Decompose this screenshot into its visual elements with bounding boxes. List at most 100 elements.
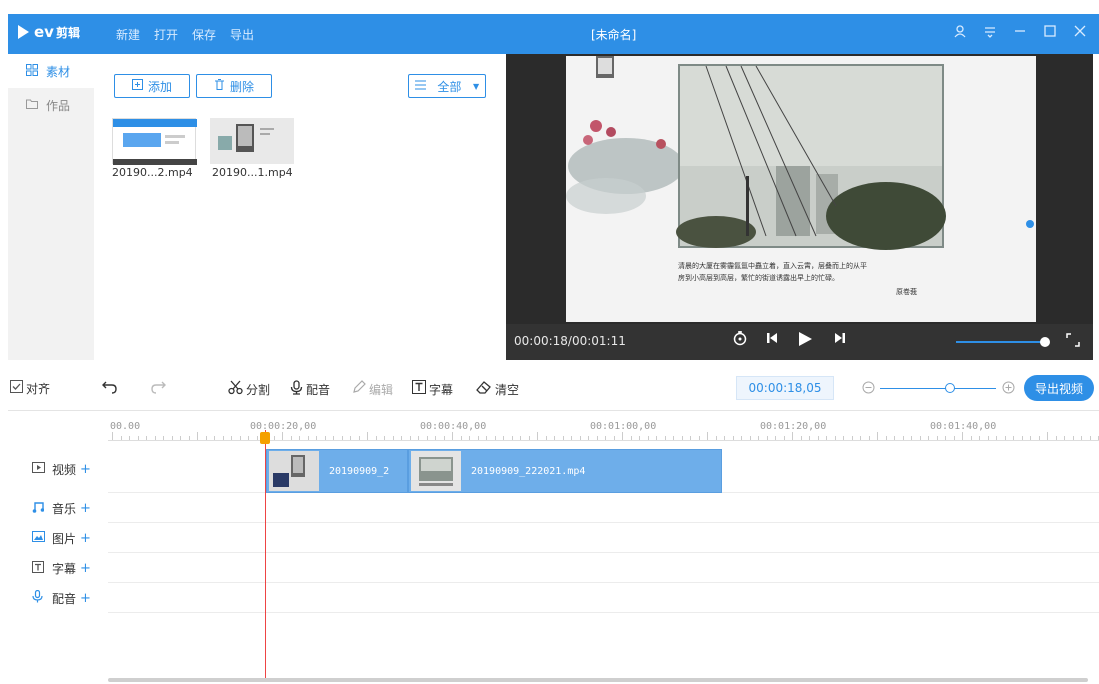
ruler-tick [800, 436, 802, 440]
delete-button-label: 删除 [229, 79, 254, 94]
zoom-out-icon[interactable] [862, 381, 875, 394]
ruler-tick [469, 436, 470, 440]
dub-button[interactable]: 配音 [290, 380, 330, 399]
zoom-slider[interactable] [880, 388, 996, 389]
subtitle-button[interactable]: 字幕 [412, 380, 453, 398]
zoom-in-icon[interactable] [1002, 381, 1015, 394]
timeline-clip-1[interactable]: 20190909_2 [266, 449, 408, 493]
previous-icon[interactable] [764, 330, 780, 350]
track-image[interactable] [108, 523, 1099, 553]
preview-frame[interactable]: 清晨的大厦在雾霾氤氲中矗立着，直入云霄，层叠而上的从平 房到小高层到高层，繁忙的… [566, 56, 1036, 322]
add-dub-icon[interactable]: + [80, 591, 91, 606]
ruler-tick [596, 436, 598, 440]
ruler-tick [902, 436, 904, 440]
ruler-tick [1047, 432, 1048, 440]
ruler-tick [409, 436, 411, 440]
volume-slider[interactable] [956, 341, 1046, 343]
timeline-ruler[interactable]: 00.00 00:00:20,00 00:00:40,00 00:01:00,0… [108, 411, 1099, 445]
export-video-button[interactable]: 导出视频 [1024, 375, 1094, 401]
tab-works[interactable]: 作品 [8, 88, 94, 122]
clip-thumb-2 [411, 451, 461, 491]
tab-material[interactable]: 素材 [8, 54, 94, 88]
logo-sub: 剪辑 [55, 25, 80, 40]
add-music-icon[interactable]: + [80, 501, 91, 516]
ruler-tick [1081, 436, 1082, 440]
caption-author: 原卷莪 [896, 287, 917, 296]
track-label-music[interactable]: 音乐 + [8, 493, 108, 523]
menu-open[interactable]: 打开 [154, 26, 178, 43]
play-icon[interactable] [796, 330, 814, 352]
ruler-tick [758, 436, 759, 440]
track-label-image[interactable]: 图片 + [8, 523, 108, 553]
maximize-icon[interactable] [1043, 24, 1057, 42]
eraser-icon [476, 380, 492, 398]
tab-material-label: 素材 [46, 64, 71, 79]
replay-icon[interactable] [732, 330, 748, 350]
close-icon[interactable] [1073, 24, 1087, 42]
track-video-label: 视频 [52, 462, 77, 477]
add-video-icon[interactable]: + [80, 462, 91, 477]
add-image-icon[interactable]: + [80, 531, 91, 546]
ruler-tick [1013, 436, 1014, 440]
ruler-tick [282, 432, 283, 440]
mic-track-icon [32, 589, 46, 606]
clip-name-1: 20190909_2 [329, 465, 390, 477]
track-label-dub[interactable]: 配音 + [8, 583, 108, 613]
undo-icon[interactable] [102, 380, 118, 394]
file-thumb-2[interactable] [210, 118, 294, 164]
timeline-scrollbar[interactable] [108, 678, 1088, 682]
title-bar: ev 剪辑 新建 打开 保存 导出 [未命名] [8, 14, 1099, 54]
menu-save[interactable]: 保存 [192, 26, 216, 43]
fullscreen-icon[interactable] [1066, 332, 1080, 351]
redo-icon[interactable] [150, 380, 166, 394]
ruler-tick [656, 436, 657, 440]
playhead-line[interactable] [265, 430, 266, 680]
ruler-tick [775, 436, 776, 440]
pencil-icon [352, 380, 366, 398]
ruler-tick [732, 436, 734, 440]
menu-export[interactable]: 导出 [230, 26, 254, 43]
ruler-tick [231, 436, 232, 440]
edit-button[interactable]: 编辑 [352, 380, 393, 398]
menu-icon[interactable] [983, 24, 997, 42]
minimize-icon[interactable] [1013, 24, 1027, 42]
ruler-tick [171, 436, 173, 440]
user-icon[interactable] [953, 24, 967, 42]
align-checkbox[interactable]: 对齐 [10, 380, 50, 397]
ruler-tick [273, 436, 275, 440]
menu-new[interactable]: 新建 [116, 26, 140, 43]
ruler-tick [664, 436, 666, 440]
ruler-tick [392, 436, 394, 440]
track-label-subtitle[interactable]: 字幕 + [8, 553, 108, 583]
zoom-knob[interactable] [945, 383, 955, 393]
split-button[interactable]: 分割 [228, 380, 270, 399]
play-logo-icon [18, 25, 29, 39]
ruler-tick [129, 436, 130, 440]
add-subtitle-icon[interactable]: + [80, 561, 91, 576]
ruler-ticks [108, 432, 1099, 441]
track-subtitle[interactable] [108, 553, 1099, 583]
ruler-tick [163, 436, 164, 440]
current-time-display[interactable]: 00:00:18,05 [736, 376, 834, 400]
next-icon[interactable] [832, 330, 848, 350]
add-button[interactable]: 添加 [114, 74, 190, 98]
ruler-tick [460, 436, 462, 440]
clear-button[interactable]: 清空 [476, 380, 519, 398]
ruler-tick [877, 432, 878, 440]
track-dub[interactable] [108, 583, 1099, 613]
volume-knob[interactable] [1040, 337, 1050, 347]
filter-dropdown[interactable]: 全部 ▼ [408, 74, 486, 98]
track-music[interactable] [108, 493, 1099, 523]
delete-button[interactable]: 删除 [196, 74, 272, 98]
ruler-tick [180, 436, 181, 440]
ruler-tick [724, 436, 725, 440]
ruler-tick [647, 436, 649, 440]
track-label-video[interactable]: 视频 + [8, 445, 108, 493]
track-labels: 视频 + 音乐 + 图片 + 字幕 + 配音 + [8, 445, 108, 613]
track-video[interactable]: 20190909_2 20190909_222021.mp4 [108, 445, 1099, 493]
ruler-tick [919, 436, 921, 440]
playhead-handle[interactable] [260, 432, 270, 444]
file-thumb-1[interactable] [112, 118, 197, 165]
timeline-clip-2[interactable]: 20190909_222021.mp4 [408, 449, 722, 493]
ruler-tick [885, 436, 887, 440]
